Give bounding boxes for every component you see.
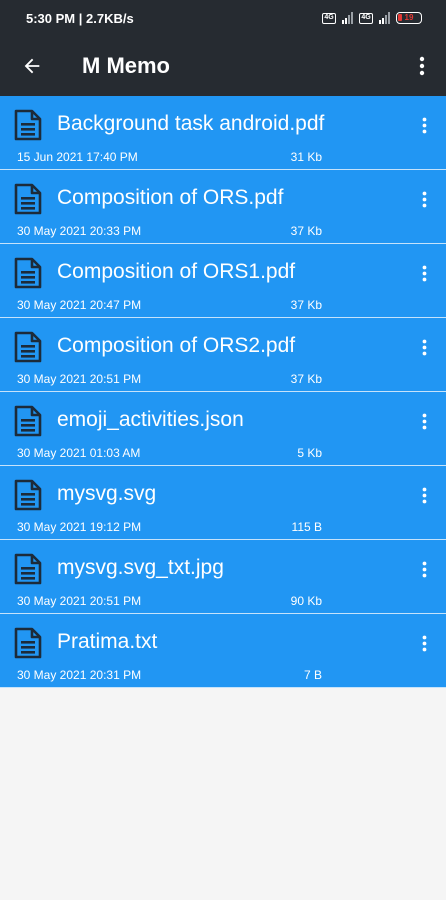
sim1-badge-icon: 4G [322, 12, 336, 24]
file-size: 7 B [303, 668, 322, 682]
more-vert-icon [422, 117, 426, 133]
file-name: Pratima.txt [57, 630, 158, 653]
more-vert-icon [419, 56, 425, 76]
file-list-item[interactable]: Background task android.pdf 15 Jun 2021 … [0, 96, 446, 170]
more-vert-icon [422, 561, 426, 577]
file-date: 30 May 2021 20:47 PM [17, 298, 142, 312]
item-overflow-button[interactable] [416, 262, 432, 284]
file-list: Background task android.pdf 15 Jun 2021 … [0, 96, 446, 688]
document-icon [14, 109, 42, 141]
file-size: 5 Kb [297, 446, 322, 460]
document-icon [14, 479, 42, 511]
sim2-badge-icon: 4G [359, 12, 373, 24]
item-overflow-button[interactable] [416, 410, 432, 432]
item-overflow-button[interactable] [416, 484, 432, 506]
file-list-item[interactable]: Pratima.txt 30 May 2021 20:31 PM 7 B [0, 614, 446, 688]
file-size: 37 Kb [290, 224, 322, 238]
file-date: 15 Jun 2021 17:40 PM [17, 150, 138, 164]
item-overflow-button[interactable] [416, 188, 432, 210]
file-list-item[interactable]: emoji_activities.json 30 May 2021 01:03 … [0, 392, 446, 466]
more-vert-icon [422, 487, 426, 503]
document-icon [14, 553, 42, 585]
signal1-icon [342, 12, 353, 24]
file-date: 30 May 2021 19:12 PM [17, 520, 142, 534]
file-date: 30 May 2021 20:33 PM [17, 224, 142, 238]
file-list-item[interactable]: mysvg.svg 30 May 2021 19:12 PM 115 B [0, 466, 446, 540]
status-time: 5:30 PM | 2.7KB/s [26, 10, 134, 26]
document-icon [14, 405, 42, 437]
document-icon [14, 627, 42, 659]
document-icon [14, 331, 42, 363]
file-size: 37 Kb [290, 372, 322, 386]
more-vert-icon [422, 339, 426, 355]
file-size: 31 Kb [290, 150, 322, 164]
file-date: 30 May 2021 20:31 PM [17, 668, 142, 682]
status-icons: 4G 4G 19 [322, 12, 422, 24]
app-bar: M Memo [0, 36, 446, 96]
more-vert-icon [422, 265, 426, 281]
app-title: M Memo [82, 53, 170, 78]
file-name: mysvg.svg_txt.jpg [57, 556, 224, 579]
status-bar: 5:30 PM | 2.7KB/s 4G 4G 19 [0, 0, 446, 36]
item-overflow-button[interactable] [416, 558, 432, 580]
more-vert-icon [422, 413, 426, 429]
file-size: 115 B [291, 520, 322, 534]
file-list-item[interactable]: mysvg.svg_txt.jpg 30 May 2021 20:51 PM 9… [0, 540, 446, 614]
file-name: emoji_activities.json [57, 408, 244, 431]
item-overflow-button[interactable] [416, 336, 432, 358]
document-icon [14, 183, 42, 215]
file-date: 30 May 2021 01:03 AM [17, 446, 141, 460]
file-date: 30 May 2021 20:51 PM [17, 372, 142, 386]
more-vert-icon [422, 635, 426, 651]
signal2-icon [379, 12, 390, 24]
file-name: Composition of ORS.pdf [57, 186, 284, 209]
file-size: 37 Kb [290, 298, 322, 312]
file-list-item[interactable]: Composition of ORS.pdf 30 May 2021 20:33… [0, 170, 446, 244]
item-overflow-button[interactable] [416, 114, 432, 136]
document-icon [14, 257, 42, 289]
arrow-left-icon [24, 58, 40, 74]
file-name: Background task android.pdf [57, 112, 325, 135]
file-list-item[interactable]: Composition of ORS2.pdf 30 May 2021 20:5… [0, 318, 446, 392]
file-name: Composition of ORS1.pdf [57, 260, 296, 283]
file-size: 90 Kb [290, 594, 322, 608]
back-button[interactable] [0, 36, 64, 96]
file-date: 30 May 2021 20:51 PM [17, 594, 142, 608]
more-vert-icon [422, 191, 426, 207]
item-overflow-button[interactable] [416, 632, 432, 654]
file-list-item[interactable]: Composition of ORS1.pdf 30 May 2021 20:4… [0, 244, 446, 318]
battery-icon: 19 [396, 12, 422, 24]
file-name: Composition of ORS2.pdf [57, 334, 296, 357]
overflow-menu-button[interactable] [398, 36, 446, 96]
file-name: mysvg.svg [57, 482, 157, 505]
